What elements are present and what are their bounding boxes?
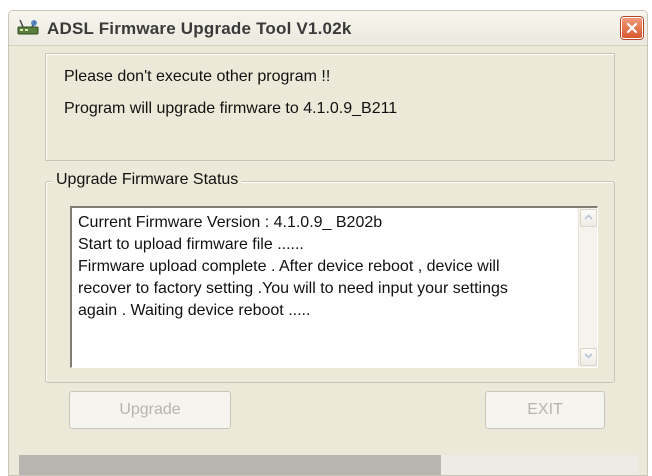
window-title: ADSL Firmware Upgrade Tool V1.02k <box>47 19 352 38</box>
adsl-modem-icon <box>17 19 39 37</box>
group-legend: Upgrade Firmware Status <box>52 171 243 189</box>
warning-text: Please don't execute other program !! <box>64 68 331 85</box>
status-line: Current Firmware Version : 4.1.0.9_ B202… <box>78 214 383 231</box>
status-line: again . Waiting device reboot ..... <box>78 302 311 319</box>
status-line: recover to factory setting .You will to … <box>78 280 508 297</box>
progress-fill <box>19 455 441 475</box>
target-firmware-text: Program will upgrade firmware to 4.1.0.9… <box>64 100 398 117</box>
upgrade-button[interactable]: Upgrade <box>69 391 231 429</box>
notice-panel: Please don't execute other program !! Pr… <box>45 53 615 161</box>
upgrade-status-group: Upgrade Firmware Status Current Firmware… <box>45 171 615 383</box>
status-line: Firmware upload complete . After device … <box>78 258 500 275</box>
status-line: Start to upload firmware file ...... <box>78 236 304 253</box>
scroll-up-button[interactable] <box>580 209 597 227</box>
upgrade-progress-bar <box>19 455 639 475</box>
exit-button[interactable]: EXIT <box>485 391 605 429</box>
chevron-up-icon <box>584 214 593 220</box>
app-window: ADSL Firmware Upgrade Tool V1.02k Please… <box>8 10 648 476</box>
close-button[interactable] <box>621 17 643 39</box>
chevron-down-icon <box>584 353 593 359</box>
vertical-scrollbar[interactable] <box>578 208 597 367</box>
status-log-textarea[interactable]: Current Firmware Version : 4.1.0.9_ B202… <box>70 206 598 368</box>
status-log-text: Current Firmware Version : 4.1.0.9_ B202… <box>78 212 568 322</box>
close-icon <box>626 22 638 34</box>
title-bar[interactable]: ADSL Firmware Upgrade Tool V1.02k <box>9 11 647 46</box>
scroll-down-button[interactable] <box>580 348 597 366</box>
